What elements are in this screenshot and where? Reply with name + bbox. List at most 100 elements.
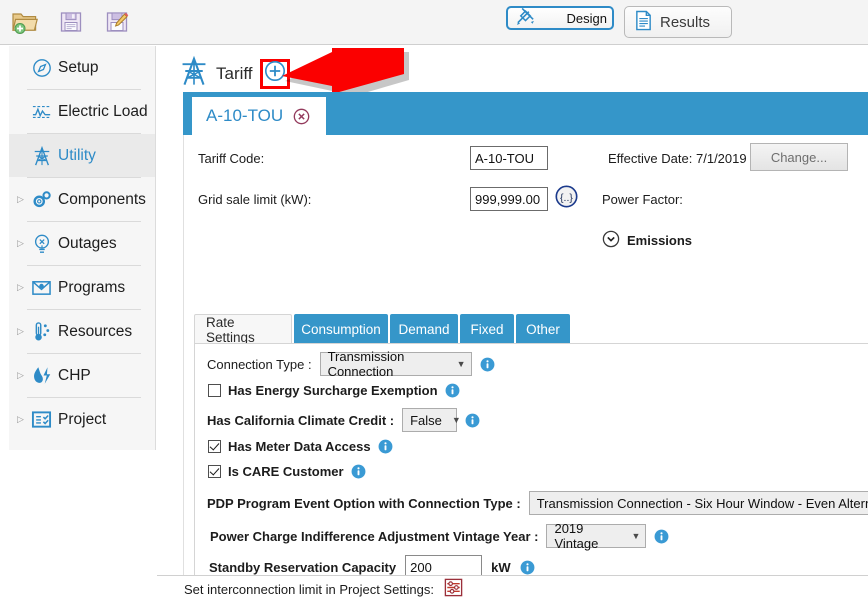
emissions-expander[interactable]: Emissions bbox=[602, 230, 692, 251]
energy-surcharge-label: Has Energy Surcharge Exemption bbox=[228, 383, 438, 398]
open-project-icon[interactable] bbox=[8, 5, 42, 39]
tab-label: Consumption bbox=[301, 322, 381, 337]
meter-data-checkbox[interactable] bbox=[208, 440, 221, 453]
compass-icon bbox=[29, 58, 54, 78]
status-bar-text: Set interconnection limit in Project Set… bbox=[184, 582, 434, 597]
energy-surcharge-checkbox[interactable] bbox=[208, 384, 221, 397]
effective-date-value: 7/1/2019 bbox=[696, 151, 747, 166]
sidebar-item-label: Electric Load bbox=[58, 103, 148, 121]
tariff-code-input[interactable]: A-10-TOU bbox=[470, 146, 548, 170]
sidebar-item-resources[interactable]: ▷ Resources bbox=[9, 310, 155, 353]
close-icon[interactable] bbox=[293, 108, 310, 125]
view-mode-buttons: Design Results bbox=[506, 6, 732, 38]
sidebar-item-programs[interactable]: ▷ Programs bbox=[9, 266, 155, 309]
sidebar-item-label: Components bbox=[58, 191, 146, 209]
sidebar-item-project[interactable]: ▷ Project bbox=[9, 398, 155, 441]
thermometer-icon bbox=[29, 321, 54, 342]
tariff-tab-a-10-tou[interactable]: A-10-TOU bbox=[192, 97, 326, 135]
chevron-down-icon: ▼ bbox=[452, 415, 461, 425]
chevron-down-icon: ▼ bbox=[457, 359, 466, 369]
care-customer-row: Is CARE Customer bbox=[208, 464, 366, 479]
application-window: Design Results bbox=[0, 0, 868, 602]
tab-demand[interactable]: Demand bbox=[390, 314, 458, 344]
tab-consumption[interactable]: Consumption bbox=[294, 314, 388, 344]
tariff-tab-label: A-10-TOU bbox=[206, 106, 283, 126]
save-as-project-icon[interactable] bbox=[100, 5, 134, 39]
standby-capacity-unit: kW bbox=[491, 560, 511, 575]
grid-sale-limit-expression-button[interactable]: {..} bbox=[554, 184, 579, 209]
info-icon[interactable] bbox=[480, 357, 495, 372]
connection-type-select[interactable]: Transmission Connection ▼ bbox=[320, 352, 472, 376]
design-icon bbox=[515, 6, 536, 30]
tab-label: Demand bbox=[398, 322, 449, 337]
connection-type-value: Transmission Connection bbox=[328, 349, 447, 379]
change-date-button[interactable]: Change... bbox=[750, 143, 848, 171]
sidebar-item-components[interactable]: ▷ Components bbox=[9, 178, 155, 221]
sidebar-item-chp[interactable]: ▷ CHP bbox=[9, 354, 155, 397]
tab-fixed[interactable]: Fixed bbox=[460, 314, 514, 344]
pdp-program-label: PDP Program Event Option with Connection… bbox=[207, 496, 521, 511]
toolbar-icon-group bbox=[8, 5, 134, 39]
design-button[interactable]: Design bbox=[506, 6, 614, 30]
navigation-sidebar: Setup Electric Load bbox=[9, 46, 156, 450]
climate-credit-row: Has California Climate Credit : False ▼ bbox=[207, 408, 480, 432]
expand-caret: ▷ bbox=[17, 239, 29, 248]
emissions-label: Emissions bbox=[627, 233, 692, 248]
results-icon bbox=[634, 10, 653, 35]
flame-bolt-icon bbox=[29, 365, 54, 386]
sidebar-item-electric-load[interactable]: Electric Load bbox=[9, 90, 155, 133]
results-button[interactable]: Results bbox=[624, 6, 732, 38]
power-tower-icon bbox=[179, 54, 209, 93]
envelope-icon bbox=[29, 278, 54, 297]
grid-sale-limit-input[interactable]: 999,999.00 bbox=[470, 187, 548, 211]
sidebar-item-label: Programs bbox=[58, 279, 125, 297]
sidebar-item-label: Utility bbox=[58, 147, 96, 165]
main-toolbar: Design Results bbox=[0, 0, 868, 45]
connection-type-row: Connection Type : Transmission Connectio… bbox=[207, 352, 495, 376]
care-customer-checkbox[interactable] bbox=[208, 465, 221, 478]
main-content-panel: Tariff A-10-TOU bbox=[157, 46, 868, 602]
sidebar-item-label: CHP bbox=[58, 367, 91, 385]
tab-rate-settings[interactable]: Rate Settings bbox=[194, 314, 292, 344]
standby-capacity-value: 200 bbox=[410, 560, 432, 575]
climate-credit-select[interactable]: False ▼ bbox=[402, 408, 457, 432]
meter-data-label: Has Meter Data Access bbox=[228, 439, 371, 454]
info-icon[interactable] bbox=[445, 383, 460, 398]
sidebar-item-outages[interactable]: ▷ Outages bbox=[9, 222, 155, 265]
svg-text:{..}: {..} bbox=[560, 192, 573, 204]
info-icon[interactable] bbox=[351, 464, 366, 479]
tariff-code-value: A-10-TOU bbox=[470, 146, 548, 170]
tariff-tab-strip: A-10-TOU bbox=[183, 92, 868, 135]
info-icon[interactable] bbox=[378, 439, 393, 454]
info-icon[interactable] bbox=[465, 413, 480, 428]
chevron-down-icon: ▼ bbox=[632, 531, 641, 541]
standby-capacity-label: Standby Reservation Capacity bbox=[209, 560, 396, 575]
tab-label: Other bbox=[526, 322, 560, 337]
sidebar-item-setup[interactable]: Setup bbox=[9, 46, 155, 89]
info-icon[interactable] bbox=[654, 529, 669, 544]
design-button-label: Design bbox=[567, 11, 607, 26]
energy-surcharge-row: Has Energy Surcharge Exemption bbox=[208, 383, 460, 398]
tab-other[interactable]: Other bbox=[516, 314, 570, 344]
climate-credit-label: Has California Climate Credit : bbox=[207, 413, 394, 428]
change-date-button-label: Change... bbox=[750, 143, 848, 171]
sliders-icon[interactable] bbox=[443, 577, 464, 601]
tariff-form-area: Tariff Code: A-10-TOU Effective Date: 7/… bbox=[183, 135, 868, 602]
pdp-program-select[interactable]: Transmission Connection - Six Hour Windo… bbox=[529, 491, 868, 515]
save-project-icon[interactable] bbox=[54, 5, 88, 39]
connection-type-label: Connection Type : bbox=[207, 357, 312, 372]
tab-label: Rate Settings bbox=[206, 315, 280, 345]
sidebar-item-label: Resources bbox=[58, 323, 132, 341]
effective-date-label: Effective Date: bbox=[608, 151, 692, 166]
expand-caret: ▷ bbox=[17, 283, 29, 292]
pcia-vintage-select[interactable]: 2019 Vintage ▼ bbox=[546, 524, 646, 548]
pcia-vintage-value: 2019 Vintage bbox=[554, 521, 621, 551]
sidebar-item-label: Outages bbox=[58, 235, 117, 253]
braces-icon: {..} bbox=[554, 184, 579, 209]
gears-icon bbox=[29, 189, 54, 210]
chevron-down-icon bbox=[602, 230, 620, 251]
grid-sale-limit-value: 999,999.00 bbox=[470, 187, 548, 211]
info-icon[interactable] bbox=[520, 560, 535, 575]
status-bar: Set interconnection limit in Project Set… bbox=[157, 575, 868, 602]
sidebar-item-utility[interactable]: Utility bbox=[9, 134, 155, 177]
